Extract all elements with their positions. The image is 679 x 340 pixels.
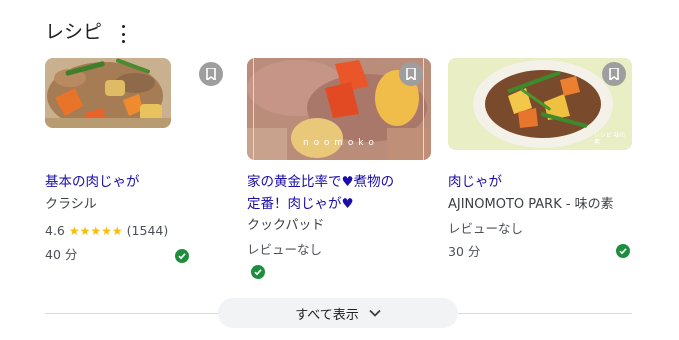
recipe-image-1[interactable] [45, 58, 171, 128]
bookmark-icon [206, 68, 216, 80]
recipe-title-2[interactable]: 家の黄金比率で♥煮物の定番！肉じゃが♥ [247, 171, 397, 215]
show-all-button[interactable]: すべて表示 [218, 298, 458, 328]
verified-icon-3 [616, 244, 630, 258]
verified-icon-1 [175, 249, 189, 263]
verified-icon-2 [251, 265, 265, 279]
recipe-title-1[interactable]: 基本の肉じゃが [45, 171, 229, 193]
recipe-review-note-2: レビューなし [247, 242, 323, 257]
recipe-card-3[interactable]: レシピ 味の素 肉じゃが AJINOMOTO PARK - 味の素 レビューなし… [448, 58, 632, 259]
review-count: (1544) [126, 223, 169, 238]
recipe-card-1[interactable]: 基本の肉じゃが クラシル 4.6 ★★★★★ (1544) 40 分 [45, 58, 229, 263]
save-button-2[interactable] [399, 62, 423, 86]
recipe-review-note-3: レビューなし [448, 221, 524, 236]
show-all-label: すべて表示 [295, 307, 359, 323]
recipe-rating-row-1: 4.6 ★★★★★ (1544) [45, 222, 168, 240]
recipe-title-3[interactable]: 肉じゃが [448, 171, 632, 193]
rating-value: 4.6 [45, 223, 65, 238]
save-button-1[interactable] [199, 62, 223, 86]
recipe-source-1: クラシル [45, 197, 97, 212]
bookmark-icon [406, 68, 416, 80]
recipe-time-1: 40 分 [45, 247, 78, 262]
recipe-card-2[interactable]: n o o m o k o 家の黄金比率で♥煮物の定番！肉じゃが♥ クックパッド… [247, 58, 431, 279]
recipe-time-3: 30 分 [448, 244, 481, 259]
recipe-source-2: クックパッド [247, 218, 325, 233]
chevron-down-icon [369, 309, 381, 317]
bookmark-icon [609, 68, 619, 80]
recipes-title: レシピ [45, 21, 103, 43]
image-watermark-2: n o o m o k o [303, 138, 375, 148]
recipe-source-3: AJINOMOTO PARK - 味の素 [448, 197, 614, 212]
save-button-3[interactable] [602, 62, 626, 86]
rating-stars: ★★★★★ [68, 224, 123, 238]
more-options-icon[interactable] [118, 25, 128, 43]
image-watermark-3: レシピ 味の素 [594, 132, 626, 146]
